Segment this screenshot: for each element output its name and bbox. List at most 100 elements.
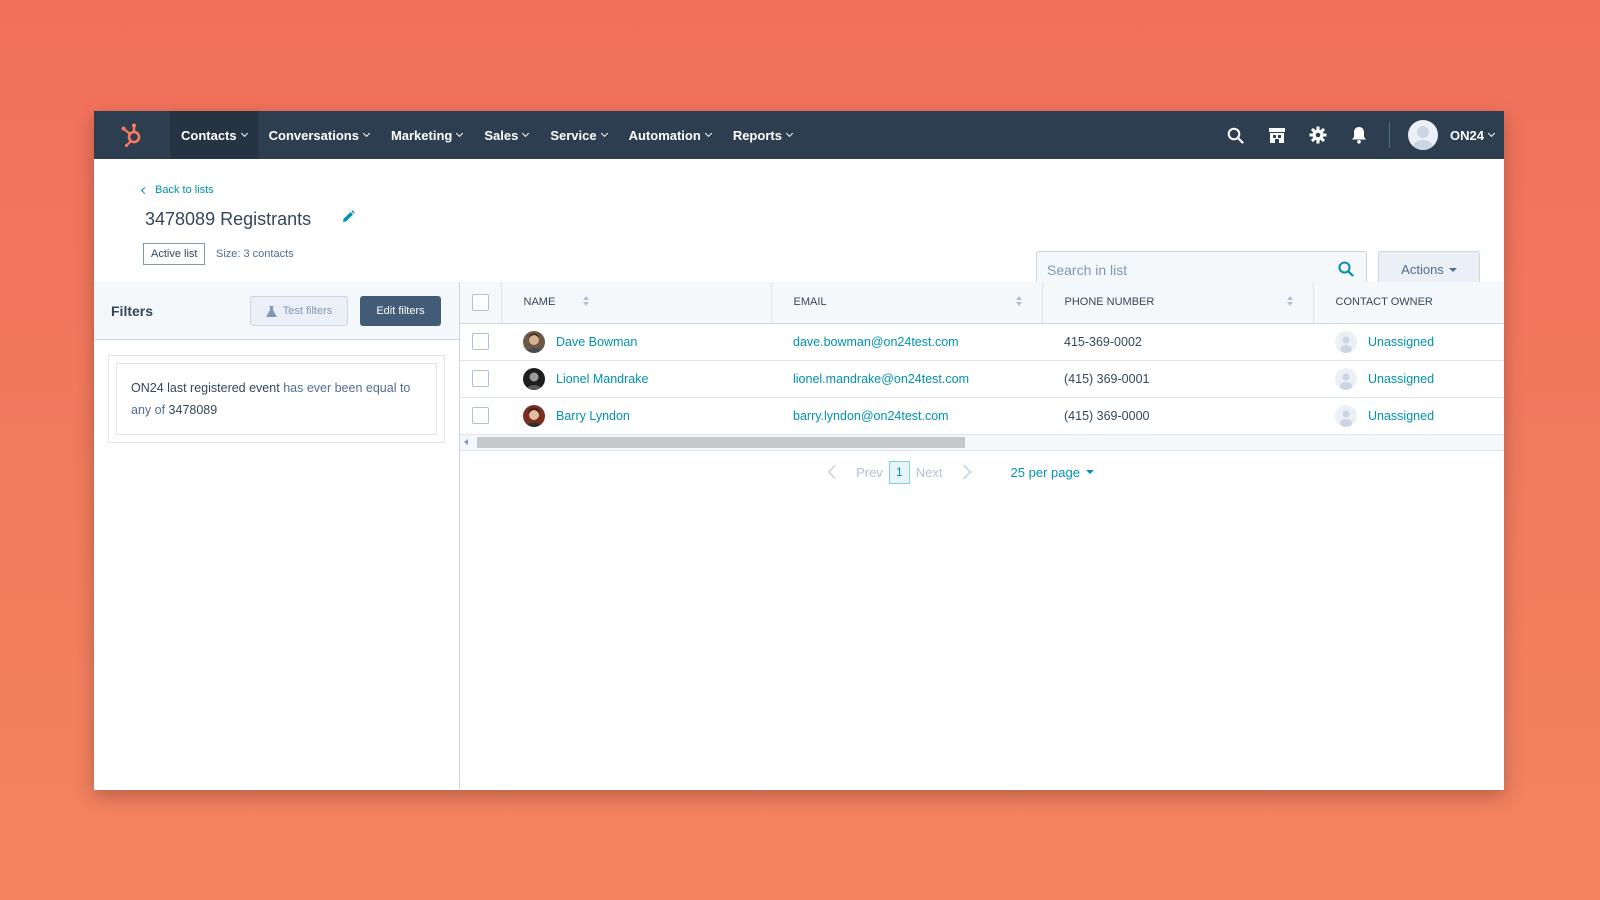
contact-email-link[interactable]: barry.lyndon@on24test.com	[793, 409, 949, 423]
sort-icon[interactable]	[582, 296, 589, 306]
horizontal-scrollbar[interactable]	[460, 434, 1504, 451]
nav-reports-label: Reports	[732, 127, 782, 143]
chevron-right-icon[interactable]	[956, 464, 971, 480]
scrollbar-thumb[interactable]	[477, 436, 965, 448]
contacts-table: NAME EMAIL PHONE NUMBER CONTACT OWNER Da…	[460, 282, 1504, 435]
hubspot-logo-icon[interactable]	[94, 111, 170, 159]
nav-sales[interactable]: Sales	[473, 111, 539, 159]
avatar	[523, 330, 545, 353]
chevron-left-icon	[140, 186, 149, 194]
table-row: Barry Lyndon barry.lyndon@on24test.com (…	[460, 397, 1504, 435]
table-row: Dave Bowman dave.bowman@on24test.com 415…	[460, 323, 1504, 361]
flask-icon	[265, 305, 277, 317]
column-header-email[interactable]: EMAIL	[771, 282, 1043, 324]
chevron-down-icon	[362, 129, 370, 138]
contact-email-link[interactable]: lionel.mandrake@on24test.com	[793, 372, 969, 386]
chevron-down-icon	[704, 129, 712, 138]
contact-owner-link[interactable]: Unassigned	[1368, 335, 1434, 349]
row-checkbox[interactable]	[472, 333, 489, 350]
caret-down-icon	[1085, 470, 1094, 474]
nav-reports[interactable]: Reports	[722, 111, 803, 159]
row-select-cell	[460, 323, 501, 361]
nav-automation[interactable]: Automation	[618, 111, 722, 159]
avatar	[523, 367, 545, 390]
nav-marketing-label: Marketing	[390, 127, 453, 143]
user-placeholder-icon	[1335, 404, 1357, 427]
notifications-icon[interactable]	[1338, 111, 1379, 159]
contact-name-link[interactable]: Dave Bowman	[556, 335, 637, 349]
marketplace-icon[interactable]	[1256, 111, 1297, 159]
scroll-left-icon[interactable]	[464, 438, 468, 445]
row-select-cell	[460, 360, 501, 398]
select-all-checkbox[interactable]	[471, 293, 489, 311]
column-header-phone[interactable]: PHONE NUMBER	[1042, 282, 1314, 324]
nav-conversations[interactable]: Conversations	[258, 111, 380, 159]
page-title: 3478089 Registrants	[145, 209, 312, 229]
avatar	[523, 404, 545, 427]
column-header-name[interactable]: NAME	[501, 282, 772, 324]
filter-value: 3478089	[168, 403, 218, 417]
per-page-dropdown[interactable]: 25 per page	[1011, 465, 1094, 480]
sort-icon[interactable]	[1015, 296, 1022, 306]
search-icon[interactable]	[1215, 111, 1256, 159]
actions-label: Actions	[1401, 262, 1444, 277]
filter-rule[interactable]: ON24 last registered event has ever been…	[116, 363, 437, 435]
next-page-button[interactable]: Next	[910, 465, 949, 480]
current-page[interactable]: 1	[888, 460, 910, 484]
search-icon[interactable]	[1338, 261, 1354, 282]
contact-email-link[interactable]: dave.bowman@on24test.com	[793, 335, 959, 349]
table-header-row: NAME EMAIL PHONE NUMBER CONTACT OWNER	[460, 282, 1504, 324]
name-cell: Dave Bowman	[501, 323, 771, 361]
test-filters-label: Test filters	[282, 305, 333, 317]
owner-cell: Unassigned	[1313, 397, 1504, 435]
contact-name-link[interactable]: Barry Lyndon	[556, 409, 630, 423]
filters-header: Filters Test filters Edit filters	[94, 282, 459, 340]
nav-divider	[1389, 122, 1391, 148]
phone-cell: (415) 369-0001	[1042, 360, 1313, 398]
chevron-left-icon[interactable]	[827, 464, 843, 480]
settings-icon[interactable]	[1297, 111, 1338, 159]
user-placeholder-icon	[1335, 330, 1357, 353]
test-filters-button[interactable]: Test filters	[250, 296, 348, 326]
phone-cell: (415) 369-0000	[1042, 397, 1313, 435]
nav-marketing[interactable]: Marketing	[380, 111, 473, 159]
chevron-down-icon	[600, 129, 608, 138]
account-menu[interactable]: ON24	[1400, 120, 1504, 150]
back-to-lists-link[interactable]: Back to lists	[140, 184, 214, 196]
chevron-down-icon	[522, 129, 530, 138]
edit-filters-label: Edit filters	[376, 305, 425, 317]
filters-panel: Filters Test filters Edit filters ON24 l…	[94, 282, 460, 790]
edit-filters-button[interactable]: Edit filters	[360, 296, 441, 326]
sort-icon[interactable]	[1286, 296, 1293, 306]
caret-down-icon	[1448, 267, 1457, 272]
account-name: ON24	[1450, 127, 1484, 143]
list-header: Back to lists 3478089 Registrants Active…	[94, 159, 1504, 288]
nav-contacts[interactable]: Contacts	[170, 111, 258, 159]
chevron-down-icon	[785, 129, 793, 138]
user-placeholder-icon	[1335, 367, 1357, 390]
nav-service-label: Service	[550, 127, 597, 143]
contact-owner-link[interactable]: Unassigned	[1368, 409, 1434, 423]
filters-title: Filters	[111, 302, 154, 319]
column-header-owner[interactable]: CONTACT OWNER	[1313, 282, 1504, 324]
email-cell: dave.bowman@on24test.com	[771, 323, 1042, 361]
contact-name-link[interactable]: Lionel Mandrake	[556, 372, 648, 386]
column-owner-label: CONTACT OWNER	[1335, 296, 1433, 309]
prev-page-button[interactable]: Prev	[850, 465, 889, 480]
email-cell: barry.lyndon@on24test.com	[771, 397, 1042, 435]
row-checkbox[interactable]	[472, 407, 489, 424]
avatar	[1408, 120, 1439, 150]
select-all-cell	[460, 282, 502, 324]
contacts-table-area: NAME EMAIL PHONE NUMBER CONTACT OWNER Da…	[460, 282, 1504, 790]
pagination: Prev 1 Next 25 per page	[460, 460, 1504, 484]
row-select-cell	[460, 397, 501, 435]
row-checkbox[interactable]	[472, 370, 489, 387]
chevron-down-icon	[456, 129, 464, 138]
chevron-down-icon	[240, 129, 248, 138]
nav-service[interactable]: Service	[539, 111, 617, 159]
list-size: Size: 3 contacts	[216, 248, 294, 260]
column-name-label: NAME	[523, 296, 556, 309]
name-cell: Lionel Mandrake	[501, 360, 771, 398]
pencil-icon[interactable]	[341, 210, 355, 229]
contact-owner-link[interactable]: Unassigned	[1368, 372, 1434, 386]
